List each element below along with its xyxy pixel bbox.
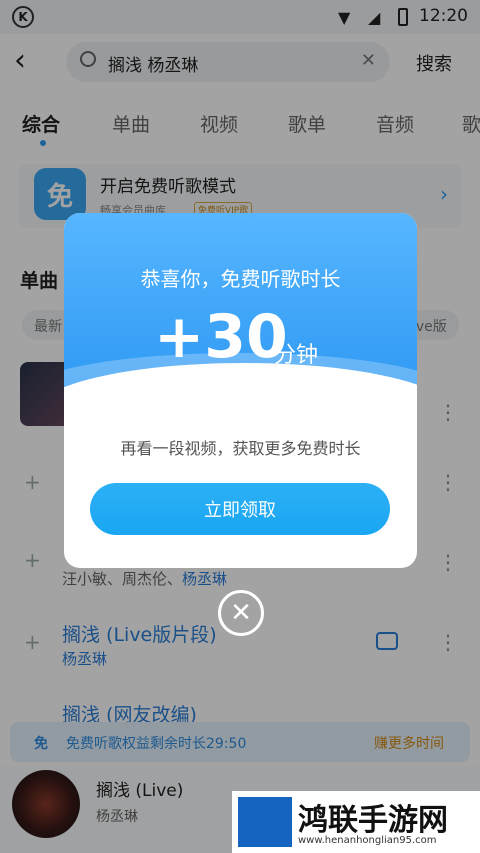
reward-unit: 分钟 bbox=[274, 343, 319, 368]
watermark-url: www.henanhonglian95.com bbox=[298, 835, 437, 846]
dialog-title: 恭喜你，免费听歌时长 bbox=[140, 267, 341, 291]
watermark-logo bbox=[238, 797, 292, 847]
claim-button[interactable]: 立即领取 bbox=[90, 483, 390, 535]
reward-dialog: 恭喜你，免费听歌时长 +30 分钟 再看一段视频，获取更多免费时长 立即领取 bbox=[64, 213, 417, 568]
dialog-subtitle: 再看一段视频，获取更多免费时长 bbox=[120, 439, 361, 458]
site-watermark: 鸿联手游网 www.henanhonglian95.com bbox=[232, 791, 480, 853]
reward-amount: +30 bbox=[154, 302, 288, 372]
watermark-title: 鸿联手游网 bbox=[298, 803, 448, 838]
close-icon[interactable]: ✕ bbox=[218, 590, 264, 636]
